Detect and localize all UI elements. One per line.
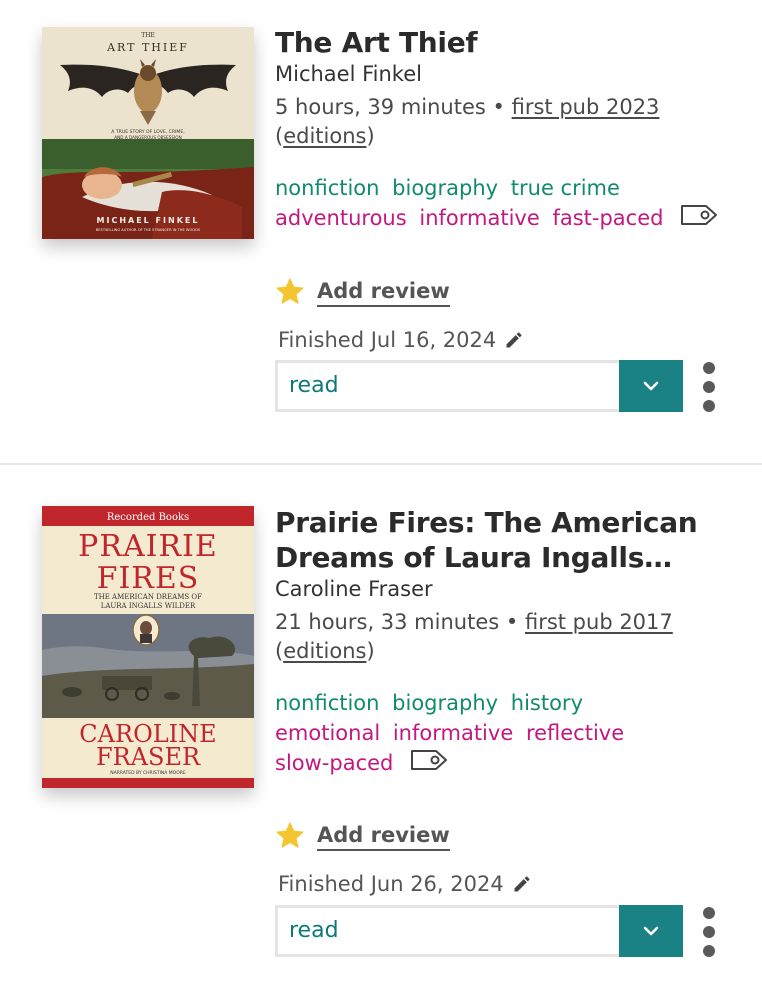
genre-tag[interactable]: history — [511, 691, 583, 715]
cover-top-text: THE — [141, 32, 155, 39]
add-review-link[interactable]: Add review — [317, 278, 450, 307]
book-title[interactable]: The Art Thief — [275, 25, 745, 60]
mood-tag[interactable]: adventurous — [275, 206, 407, 230]
book-duration: 21 hours, 33 minutes — [275, 610, 500, 634]
more-vertical-icon[interactable] — [700, 907, 718, 957]
pencil-icon[interactable] — [512, 874, 532, 894]
mood-tag[interactable]: informative — [393, 721, 513, 745]
mood-tag[interactable]: reflective — [526, 721, 624, 745]
cover-title: ART THIEF — [106, 41, 189, 54]
mood-tag[interactable]: fast-paced — [552, 206, 663, 230]
genre-tag[interactable]: biography — [392, 691, 498, 715]
book-cover[interactable]: Recorded Books PRAIRIE FIRES THE AMERICA… — [42, 506, 254, 788]
meta-separator: • — [492, 95, 505, 119]
add-review-link[interactable]: Add review — [317, 822, 450, 851]
genre-tag[interactable]: nonfiction — [275, 176, 379, 200]
mood-tag[interactable]: informative — [419, 206, 539, 230]
star-icon[interactable] — [275, 277, 305, 307]
cover-title-1: PRAIRIE — [78, 529, 218, 564]
genre-tag[interactable]: nonfiction — [275, 691, 379, 715]
editions-paren-open: ( — [275, 639, 284, 663]
book-duration: 5 hours, 39 minutes — [275, 95, 486, 119]
status-dropdown-button[interactable] — [619, 360, 683, 412]
status-value: read — [289, 918, 339, 943]
book-title[interactable]: Prairie Fires: The American Dreams of La… — [275, 505, 745, 575]
meta-separator: • — [505, 610, 519, 634]
cover-title-2: FIRES — [97, 561, 200, 596]
book-info: The Art Thief Michael Finkel 5 hours, 39… — [275, 25, 745, 235]
cover-narrator: NARRATED BY CHRISTINA MOORE — [110, 770, 186, 776]
book-card-art-thief: THE ART THIEF A TRUE STORY OF LOVE, CRIM… — [0, 0, 762, 464]
editions-link[interactable]: editions — [283, 124, 366, 148]
editions-link[interactable]: editions — [283, 639, 366, 663]
finished-row: Finished Jun 26, 2024 — [278, 872, 532, 896]
finished-row: Finished Jul 16, 2024 — [278, 328, 524, 352]
cover-publisher: Recorded Books — [107, 512, 189, 523]
book-info: Prairie Fires: The American Dreams of La… — [275, 505, 745, 780]
chevron-down-icon — [643, 926, 659, 936]
mood-tag[interactable]: emotional — [275, 721, 380, 745]
cover-subtitle-1: THE AMERICAN DREAMS OF — [94, 593, 202, 601]
book-cover[interactable]: THE ART THIEF A TRUE STORY OF LOVE, CRIM… — [42, 27, 254, 239]
book-meta: 5 hours, 39 minutes • first pub 2023 (ed… — [275, 93, 745, 151]
pencil-icon[interactable] — [504, 330, 524, 350]
more-vertical-icon[interactable] — [700, 362, 718, 412]
cover-author: MICHAEL FINKEL — [97, 216, 200, 225]
book-meta: 21 hours, 33 minutes • first pub 2017 (e… — [275, 608, 745, 666]
cover-author-2: FRASER — [96, 743, 201, 771]
first-pub-link[interactable]: first pub 2017 — [525, 610, 673, 634]
book-card-prairie-fires: Recorded Books PRAIRIE FIRES THE AMERICA… — [0, 465, 762, 1000]
review-row: Add review — [275, 277, 450, 307]
mood-tag[interactable]: slow-paced — [275, 751, 393, 775]
book-author[interactable]: Michael Finkel — [275, 60, 745, 88]
genre-tag[interactable]: biography — [392, 176, 498, 200]
tag-list: nonfiction biography true crime adventur… — [275, 173, 745, 235]
status-value: read — [289, 373, 339, 398]
reading-status-select[interactable]: read — [275, 360, 683, 412]
finished-date: Finished Jun 26, 2024 — [278, 872, 504, 896]
cover-subtitle-2: LAURA INGALLS WILDER — [101, 602, 196, 610]
star-icon[interactable] — [275, 821, 305, 851]
chevron-down-icon — [643, 381, 659, 391]
book-author[interactable]: Caroline Fraser — [275, 575, 745, 603]
first-pub-link[interactable]: first pub 2023 — [512, 95, 660, 119]
review-row: Add review — [275, 821, 450, 851]
status-dropdown-button[interactable] — [619, 905, 683, 957]
tag-list: nonfiction biography history emotional i… — [275, 688, 745, 780]
editions-paren-close: ) — [366, 639, 375, 663]
finished-date: Finished Jul 16, 2024 — [278, 328, 497, 352]
cover-tagline: BESTSELLING AUTHOR OF THE STRANGER IN TH… — [96, 228, 201, 232]
tag-icon[interactable] — [680, 203, 718, 235]
genre-tag[interactable]: true crime — [511, 176, 620, 200]
reading-status-select[interactable]: read — [275, 905, 683, 957]
editions-paren-close: ) — [366, 124, 375, 148]
tag-icon[interactable] — [410, 748, 448, 780]
editions-paren-open: ( — [275, 124, 284, 148]
